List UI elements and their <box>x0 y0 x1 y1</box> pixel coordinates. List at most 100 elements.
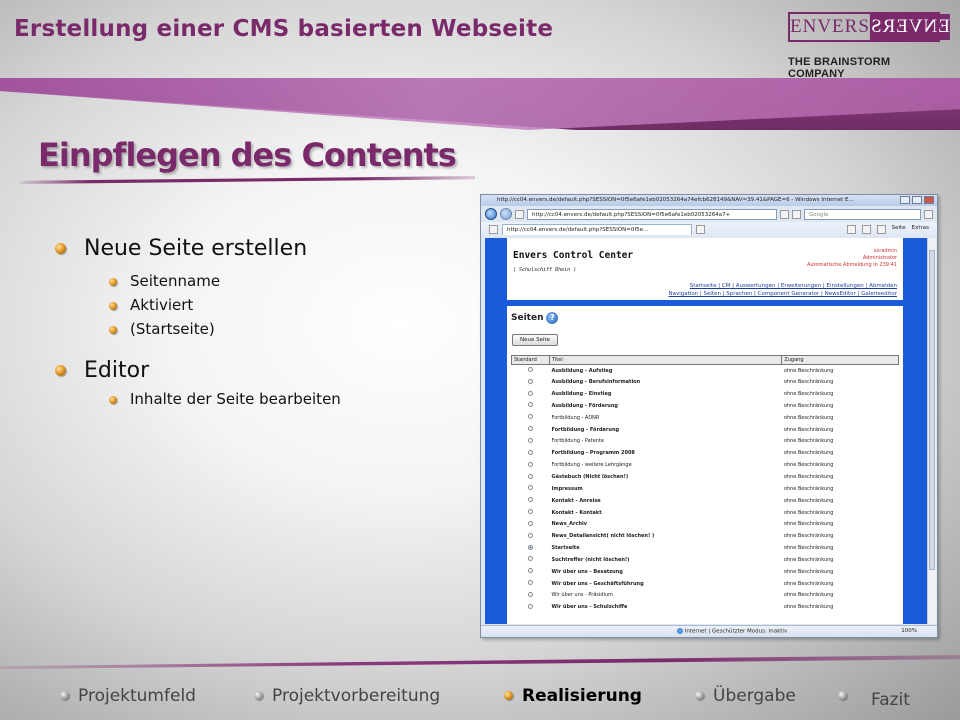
page-title-cell[interactable]: Fortbildung - ADNR <box>550 412 782 424</box>
default-page-radio[interactable] <box>528 591 533 597</box>
table-row[interactable]: Ausbildung - Einstieg ohne Beschränkung <box>512 388 899 400</box>
page-title-cell[interactable]: Wir über uns - Besatzung <box>550 566 782 578</box>
footer-nav-item[interactable]: Projektumfeld <box>60 686 196 706</box>
default-page-radio[interactable] <box>528 473 533 479</box>
default-page-radio[interactable] <box>528 390 533 396</box>
page-title-cell[interactable]: Ausbildung - Berufsinformation <box>550 376 782 388</box>
cms-page: Envers Control Center ( Schulschiff Rhei… <box>507 238 903 624</box>
page-title-cell[interactable]: Startseite <box>550 542 782 554</box>
footer-nav-item[interactable]: Projektvorbereitung <box>254 686 440 706</box>
refresh-icon[interactable] <box>780 209 789 219</box>
default-page-radio[interactable] <box>528 461 533 467</box>
toolbar-page-menu[interactable]: Seite <box>892 225 906 234</box>
default-page-radio[interactable] <box>528 556 533 562</box>
url-input[interactable]: http://cc04.envers.de/default.php?SESSIO… <box>527 208 777 220</box>
table-row[interactable]: Wir über uns - Präsidium ohne Beschränkun… <box>512 590 899 602</box>
cms-nav-row-1[interactable]: Startseite | CM | Auswertungen | Erweite… <box>669 282 897 290</box>
home-icon[interactable] <box>846 224 856 234</box>
browser-tab[interactable]: http://cc04.envers.de/default.php?SESSIO… <box>502 223 692 235</box>
search-input[interactable]: Google <box>804 208 921 220</box>
table-row[interactable]: Kontakt - Kontakt ohne Beschränkung <box>512 507 899 519</box>
scrollbar-thumb[interactable] <box>929 250 935 570</box>
default-page-radio[interactable] <box>528 437 533 443</box>
zoom-level[interactable]: 100% <box>901 628 917 634</box>
default-page-radio[interactable] <box>528 497 533 503</box>
table-row[interactable]: Fortbildung - weitere Lehrgänge ohne Besc… <box>512 459 899 471</box>
default-radio-cell <box>512 436 550 448</box>
help-icon[interactable]: ? <box>546 312 559 324</box>
new-tab-icon[interactable] <box>696 224 705 234</box>
table-row[interactable]: Ausbildung - Förderung ohne Beschränkung <box>512 400 899 412</box>
table-row[interactable]: Wir über uns - Schulschiffe ohne Beschrän… <box>512 601 899 613</box>
table-row[interactable]: News_Detailansicht( nicht löschen! ) ohne… <box>512 530 899 542</box>
close-icon[interactable] <box>924 196 934 204</box>
table-row[interactable]: Fortbildung - Programm 2008 ohne Beschrän… <box>512 447 899 459</box>
default-page-radio[interactable] <box>528 426 533 432</box>
default-page-radio[interactable] <box>528 485 533 491</box>
cms-nav-row-2[interactable]: Navigation | Seiten | Sprachen | Compone… <box>669 290 898 298</box>
feeds-icon[interactable] <box>861 224 871 234</box>
table-row[interactable]: Wir über uns - Besatzung ohne Beschränkun… <box>512 566 899 578</box>
table-row[interactable]: Fortbildung - Patente ohne Beschränkung <box>512 436 899 448</box>
table-row[interactable]: Startseite ohne Beschränkung <box>512 542 899 554</box>
page-title-cell[interactable]: Ausbildung - Einstieg <box>550 388 782 400</box>
page-title-cell[interactable]: Ausbildung - Aufstieg <box>550 365 782 377</box>
forward-icon[interactable] <box>500 208 512 220</box>
toolbar-extras-menu[interactable]: Extras <box>912 225 929 234</box>
default-page-radio[interactable] <box>528 367 533 373</box>
default-page-radio[interactable] <box>528 402 533 408</box>
table-row[interactable]: Impressum ohne Beschränkung <box>512 483 899 495</box>
new-page-button[interactable]: Neue Seite <box>512 334 558 346</box>
footer-nav-item[interactable]: Übergabe <box>695 686 796 706</box>
table-row[interactable]: Fortbildung - ADNR ohne Beschränkung <box>512 412 899 424</box>
back-icon[interactable] <box>485 208 497 220</box>
default-page-radio[interactable] <box>528 414 533 420</box>
table-row[interactable]: Ausbildung - Berufsinformation ohne Besch… <box>512 376 899 388</box>
footer-nav-label: Fazit <box>871 690 910 710</box>
table-row[interactable]: Suchtreffer (nicht löschen!) ohne Beschrä… <box>512 554 899 566</box>
footer-divider <box>0 655 960 669</box>
table-row[interactable]: News_Archiv ohne Beschränkung <box>512 518 899 530</box>
page-title-cell[interactable]: Fortbildung - Patente <box>550 436 782 448</box>
page-title-cell[interactable]: Gästebuch (Nicht löschen!) <box>550 471 782 483</box>
stop-icon[interactable] <box>792 209 801 219</box>
default-page-radio[interactable] <box>528 520 533 526</box>
nav-bullet-icon <box>60 691 69 700</box>
page-title-cell[interactable]: Fortbildung - weitere Lehrgänge <box>550 459 782 471</box>
page-title-cell[interactable]: Wir über uns - Schulschiffe <box>550 601 782 613</box>
footer-nav-item[interactable]: Fazit <box>838 690 910 710</box>
table-row[interactable]: Gästebuch (Nicht löschen!) ohne Beschränk… <box>512 471 899 483</box>
minimize-icon[interactable] <box>900 196 910 204</box>
page-title-cell[interactable]: Fortbildung - Programm 2008 <box>550 447 782 459</box>
default-page-radio[interactable] <box>528 378 533 384</box>
default-page-radio[interactable] <box>528 544 533 550</box>
page-title-cell[interactable]: News_Detailansicht( nicht löschen! ) <box>550 530 782 542</box>
vertical-scrollbar[interactable] <box>927 238 936 624</box>
page-title-cell[interactable]: Fortbildung - Förderung <box>550 424 782 436</box>
page-title-cell[interactable]: Wir über uns - Geschäftsführung <box>550 578 782 590</box>
page-title-cell[interactable]: Impressum <box>550 483 782 495</box>
table-row[interactable]: Ausbildung - Aufstieg ohne Beschränkung <box>512 365 899 377</box>
default-page-radio[interactable] <box>528 449 533 455</box>
table-row[interactable]: Kontakt - Anreise ohne Beschränkung <box>512 495 899 507</box>
bullet-level1: Neue Seite erstellen <box>55 236 307 261</box>
maximize-icon[interactable] <box>912 196 922 204</box>
page-title-cell[interactable]: Wir über uns - Präsidium <box>550 590 782 602</box>
page-title-cell[interactable]: Kontakt - Anreise <box>550 495 782 507</box>
page-title-cell[interactable]: News_Archiv <box>550 518 782 530</box>
favorites-star-icon[interactable] <box>489 224 498 234</box>
default-page-radio[interactable] <box>528 509 533 515</box>
search-icon[interactable] <box>924 209 933 219</box>
default-page-radio[interactable] <box>528 568 533 574</box>
page-title-cell[interactable]: Suchtreffer (nicht löschen!) <box>550 554 782 566</box>
table-row[interactable]: Fortbildung - Förderung ohne Beschränkung <box>512 424 899 436</box>
default-page-radio[interactable] <box>528 532 533 538</box>
default-page-radio[interactable] <box>528 580 533 586</box>
print-icon[interactable] <box>876 224 886 234</box>
page-title-cell[interactable]: Kontakt - Kontakt <box>550 507 782 519</box>
table-row[interactable]: Wir über uns - Geschäftsführung ohne Besc… <box>512 578 899 590</box>
footer-nav-item-active[interactable]: Realisierung <box>504 686 642 706</box>
page-title-cell[interactable]: Ausbildung - Förderung <box>550 400 782 412</box>
page-icon <box>515 209 524 219</box>
default-page-radio[interactable] <box>528 603 533 609</box>
